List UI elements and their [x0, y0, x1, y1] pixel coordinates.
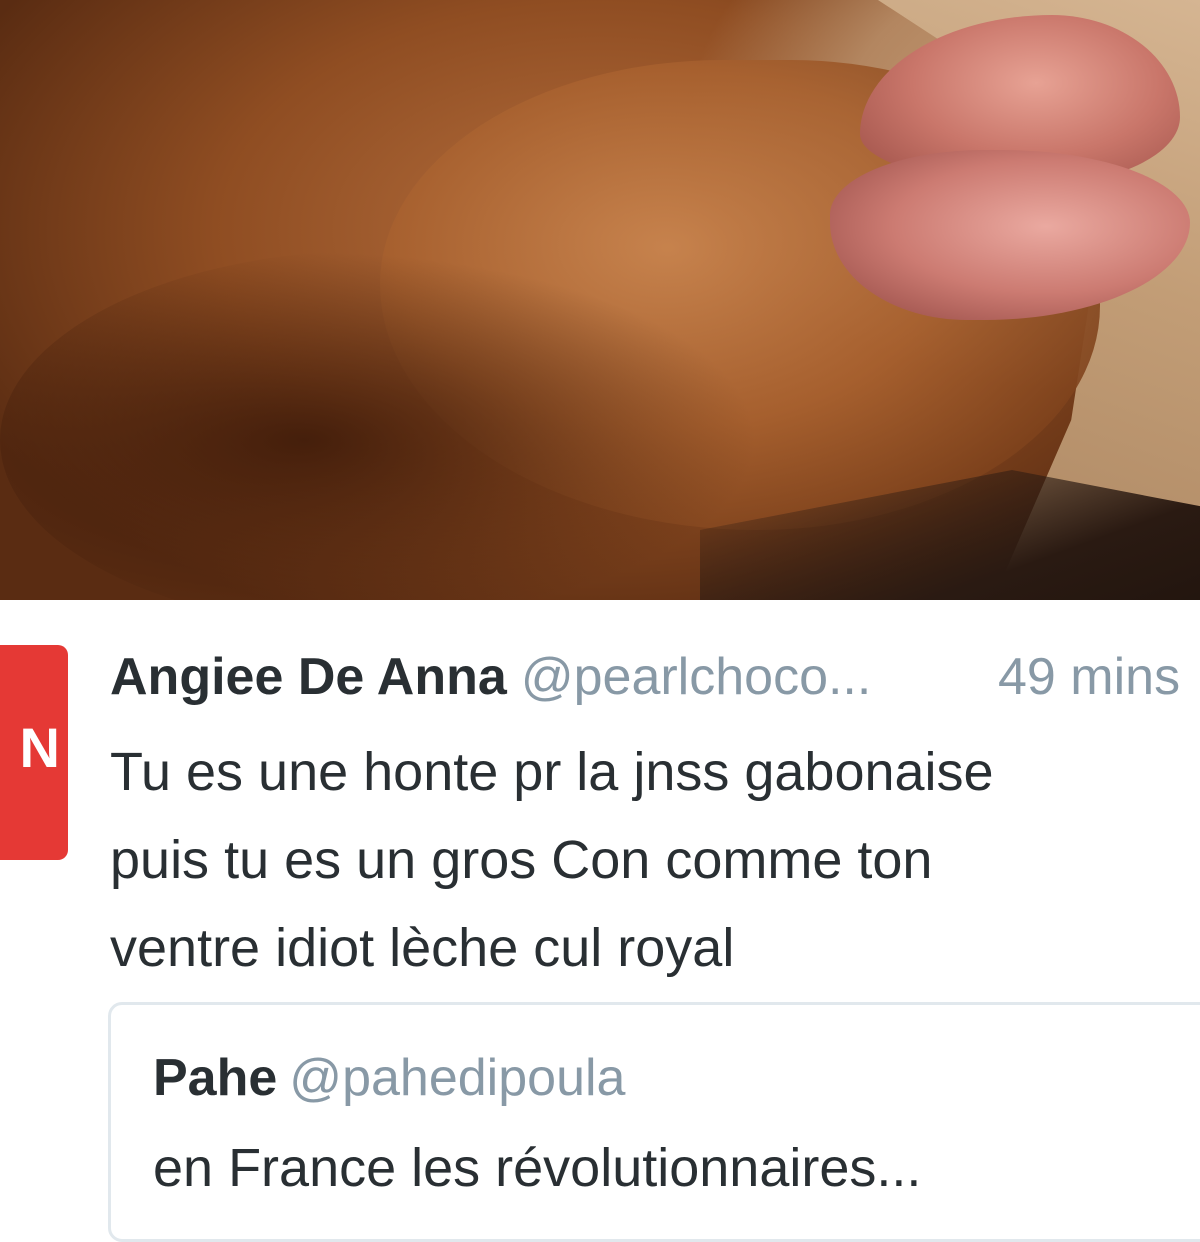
quoted-tweet-header: Pahe @pahedipoula [153, 1043, 625, 1113]
avatar[interactable]: N [0, 645, 68, 860]
tweet-text: Tu es une honte pr la jnss gabonaise pui… [110, 728, 1180, 992]
tweet-text-line: ventre idiot lèche cul royal [110, 918, 735, 978]
tweet-photo[interactable] [0, 0, 1200, 600]
timestamp[interactable]: 49 mins [998, 642, 1180, 712]
tweet-text-line: Tu es une honte pr la jnss gabonaise [110, 742, 994, 802]
user-handle[interactable]: @pearlchoco... [521, 648, 872, 706]
quoted-user-handle: @pahedipoula [289, 1049, 626, 1107]
tweet-header: Angiee De Anna @pearlchoco... 49 mins [110, 642, 1200, 712]
quoted-tweet-card[interactable]: Pahe @pahedipoula en France les révolutio… [108, 1002, 1200, 1242]
avatar-letter: N [19, 716, 60, 779]
quoted-tweet-text: en France les révolutionnaires... [153, 1138, 922, 1198]
quoted-display-name: Pahe [153, 1049, 278, 1107]
tweet-text-line: puis tu es un gros Con comme ton [110, 830, 933, 890]
display-name[interactable]: Angiee De Anna [110, 648, 507, 706]
